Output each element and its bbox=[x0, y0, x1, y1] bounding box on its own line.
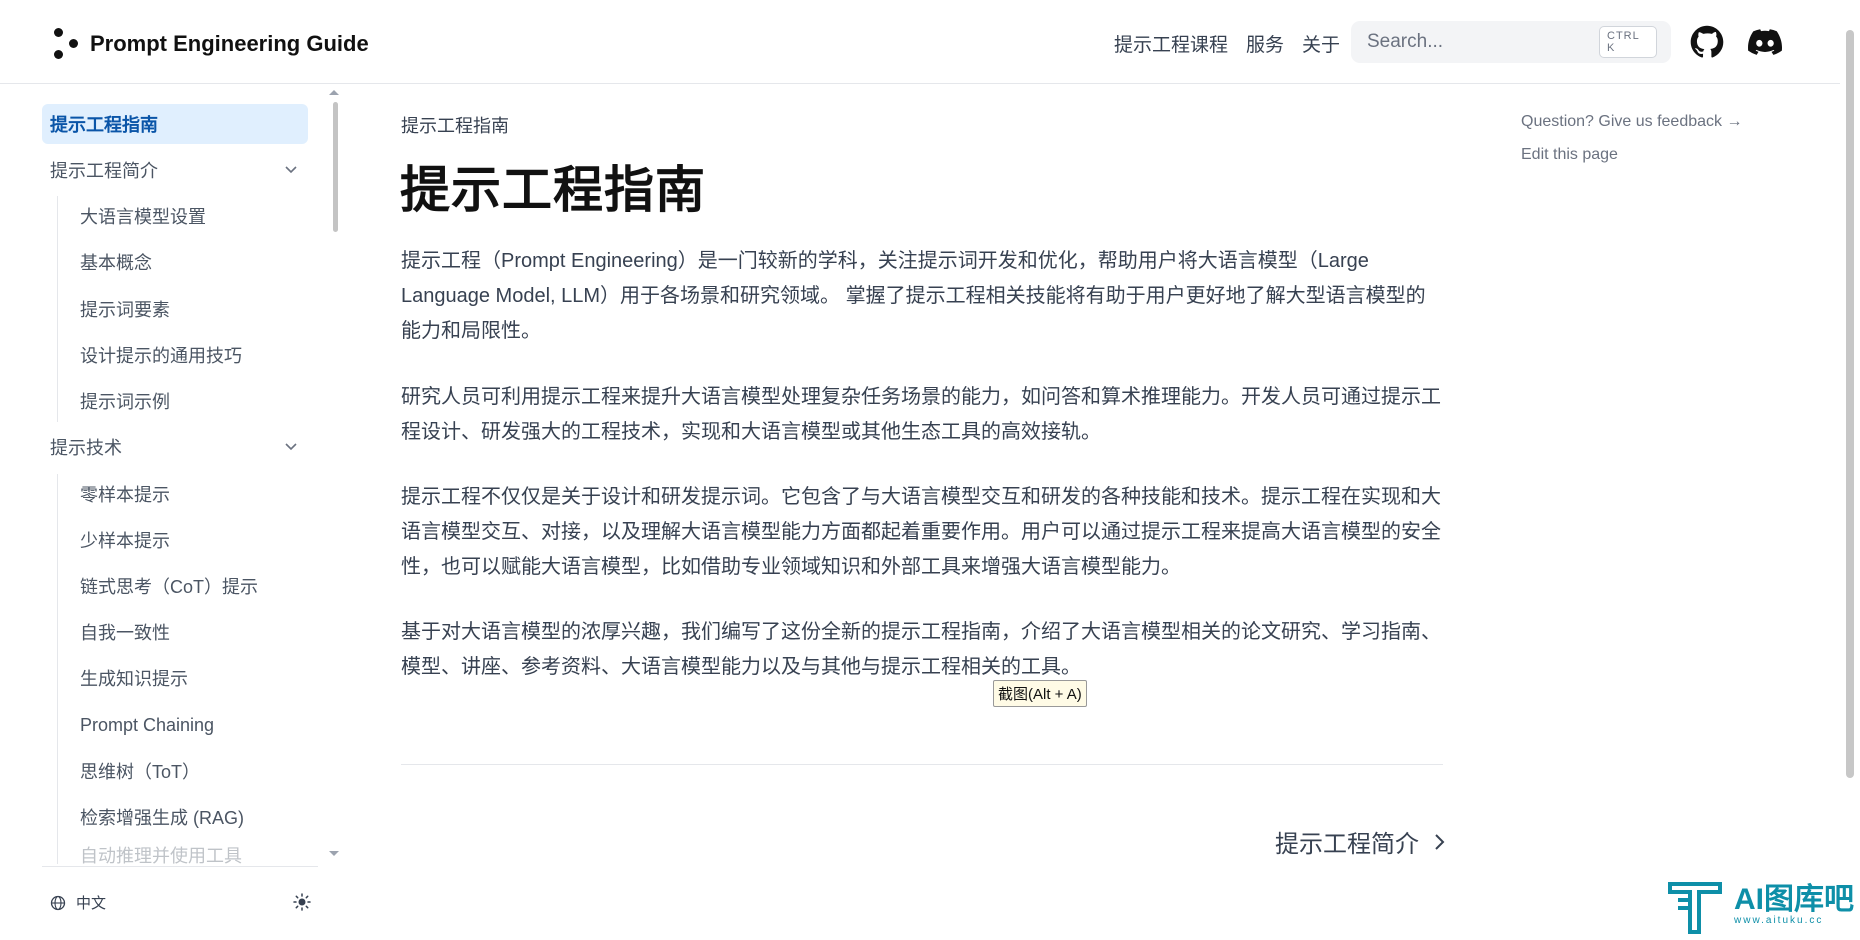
sidebar-section-label: 提示工程简介 bbox=[50, 161, 158, 181]
edit-page-link[interactable]: Edit this page bbox=[1521, 146, 1618, 164]
breadcrumb: 提示工程指南 bbox=[401, 116, 509, 136]
sidebar-item-guide[interactable]: 提示工程指南 bbox=[42, 104, 308, 144]
chevron-right-icon bbox=[1435, 833, 1445, 850]
sidebar-item-zero-shot[interactable]: 零样本提示 bbox=[72, 474, 308, 514]
nav-link-course[interactable]: 提示工程课程 bbox=[1114, 30, 1228, 57]
sidebar-item-few-shot[interactable]: 少样本提示 bbox=[72, 520, 308, 560]
search-shortcut-badge: CTRL K bbox=[1599, 26, 1657, 58]
top-nav: 提示工程课程 服务 关于 bbox=[1114, 30, 1340, 57]
sidebar-item-self-consistency[interactable]: 自我一致性 bbox=[72, 612, 308, 652]
sidebar-scroll-up-icon[interactable] bbox=[329, 90, 339, 95]
site-title: Prompt Engineering Guide bbox=[90, 31, 369, 56]
discord-icon[interactable] bbox=[1748, 25, 1782, 59]
sidebar-scroll-down-icon[interactable] bbox=[329, 851, 339, 856]
content-divider bbox=[401, 764, 1443, 765]
watermark: AI图库吧 www.aituku.cc bbox=[1666, 876, 1854, 934]
sidebar-item-prompt-chaining[interactable]: Prompt Chaining bbox=[72, 705, 308, 745]
site-logo[interactable]: Prompt Engineering Guide bbox=[52, 26, 369, 62]
page-title: 提示工程指南 bbox=[400, 162, 706, 218]
watermark-url: www.aituku.cc bbox=[1734, 914, 1824, 926]
watermark-title: AI图库吧 bbox=[1734, 882, 1854, 916]
sidebar-footer-divider bbox=[42, 866, 318, 867]
aituku-logo-icon bbox=[1668, 882, 1722, 934]
next-page-link[interactable]: 提示工程简介 bbox=[1275, 824, 1449, 859]
sidebar-section-label: 提示技术 bbox=[50, 438, 122, 458]
sidebar-item-elements[interactable]: 提示词要素 bbox=[72, 289, 308, 329]
screenshot-tooltip: 截图(Alt + A) bbox=[993, 680, 1087, 707]
github-icon[interactable] bbox=[1690, 25, 1724, 59]
chevron-down-icon bbox=[285, 443, 297, 451]
sidebar-item-art[interactable]: 自动推理并使用工具 bbox=[72, 843, 308, 867]
search-input[interactable] bbox=[1365, 30, 1599, 54]
language-switcher[interactable]: 中文 bbox=[50, 892, 106, 913]
nav-link-services[interactable]: 服务 bbox=[1246, 30, 1284, 57]
sun-icon[interactable] bbox=[293, 893, 311, 911]
intro-paragraph: 提示工程（Prompt Engineering）是一门较新的学科，关注提示词开发… bbox=[401, 250, 1426, 342]
researcher-paragraph: 研究人员可利用提示工程来提升大语言模型处理复杂任务场景的能力，如问答和算术推理能… bbox=[401, 386, 1441, 443]
sidebar-guide-line bbox=[57, 474, 58, 864]
feedback-link[interactable]: Question? Give us feedback → bbox=[1521, 113, 1742, 131]
globe-icon bbox=[50, 895, 66, 910]
nav-link-about[interactable]: 关于 bbox=[1302, 30, 1340, 57]
sidebar-item-knowledge[interactable]: 生成知识提示 bbox=[72, 658, 308, 698]
page-scrollbar[interactable] bbox=[1846, 30, 1854, 778]
sidebar-item-tot[interactable]: 思维树（ToT） bbox=[72, 751, 308, 791]
search-box[interactable]: CTRL K bbox=[1351, 21, 1671, 63]
sidebar-scrollbar[interactable] bbox=[333, 102, 338, 232]
sidebar-item-rag[interactable]: 检索增强生成 (RAG) bbox=[72, 797, 308, 837]
top-navbar: Prompt Engineering Guide 提示工程课程 服务 关于 CT… bbox=[0, 0, 1840, 84]
chevron-down-icon bbox=[285, 166, 297, 174]
sidebar-item-llm-settings[interactable]: 大语言模型设置 bbox=[72, 196, 308, 236]
scope-paragraph: 提示工程不仅仅是关于设计和研发提示词。它包含了与大语言模型交互和研发的各种技能和… bbox=[401, 486, 1441, 578]
sidebar-item-tips[interactable]: 设计提示的通用技巧 bbox=[72, 335, 308, 375]
logo-dots-icon bbox=[52, 26, 80, 62]
sidebar-item-examples[interactable]: 提示词示例 bbox=[72, 381, 308, 421]
language-label: 中文 bbox=[76, 895, 107, 912]
next-page-label: 提示工程简介 bbox=[1275, 831, 1419, 858]
motivation-paragraph: 基于对大语言模型的浓厚兴趣，我们编写了这份全新的提示工程指南，介绍了大语言模型相… bbox=[401, 621, 1441, 678]
sidebar-section-techniques[interactable]: 提示技术 bbox=[42, 427, 308, 467]
sidebar-item-basics[interactable]: 基本概念 bbox=[72, 242, 308, 282]
sidebar-guide-line bbox=[57, 196, 58, 422]
sidebar-section-intro[interactable]: 提示工程简介 bbox=[42, 150, 308, 190]
sidebar-item-cot[interactable]: 链式思考（CoT）提示 bbox=[72, 566, 308, 606]
